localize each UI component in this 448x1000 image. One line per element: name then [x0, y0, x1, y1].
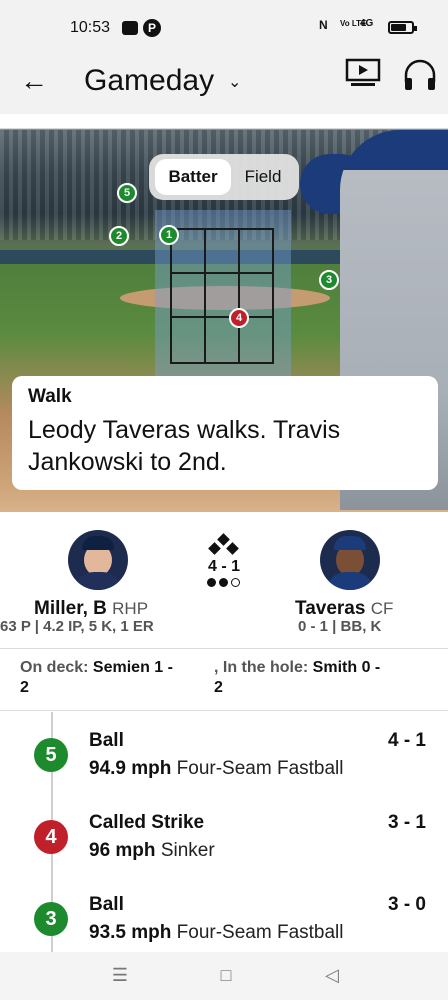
field-view-button[interactable]: Field — [233, 159, 293, 195]
batter-name-line[interactable]: Taveras CF — [295, 598, 393, 620]
pitcher-avatar[interactable] — [68, 530, 128, 590]
batter-view-button[interactable]: Batter — [155, 159, 231, 195]
network-indicator: 4G — [360, 18, 374, 29]
pitch-type: Four-Seam Fastball — [176, 922, 344, 943]
pitcher-position: RHP — [112, 599, 149, 618]
out-dot-3 — [231, 578, 240, 587]
divider — [0, 648, 448, 649]
pitch-row[interactable]: 4 Called Strike 3 - 1 96 mph Sinker — [0, 794, 448, 864]
home-icon[interactable]: □ — [214, 964, 238, 986]
back-triangle-icon[interactable]: ◁ — [320, 964, 344, 986]
pitch-count: 3 - 1 — [387, 812, 426, 833]
pitch-marker-5[interactable]: 5 — [117, 183, 137, 203]
app-header: ← Gameday ⌄ — [0, 52, 448, 114]
pitch-detail: 94.9 mph Four-Seam Fastball — [89, 758, 344, 780]
bases-diamond-icon — [206, 533, 242, 558]
pitch-number-badge: 4 — [34, 820, 68, 854]
ball-strike-count: 4 - 1 — [207, 558, 240, 575]
matchup-panel: Miller, B RHP 63 P | 4.2 IP, 5 K, 1 ER T… — [0, 512, 448, 642]
in-the-hole-info: , In the hole: Smith 0 - 2 — [214, 658, 440, 698]
in-the-hole-label: , In the hole: — [214, 659, 309, 676]
on-deck-player-record: 2 — [20, 679, 29, 696]
pitch-list: 5 Ball 4 - 1 94.9 mph Four-Seam Fastball… — [0, 712, 448, 952]
batter-position: CF — [370, 599, 394, 618]
in-the-hole-player: Smith 0 - — [312, 659, 381, 676]
batter-avatar[interactable] — [320, 530, 380, 590]
pitcher-name: Miller, B — [34, 598, 107, 619]
pitch-marker-3[interactable]: 3 — [319, 270, 339, 290]
on-deck-label: On deck: — [20, 659, 89, 676]
pitch-detail: 96 mph Sinker — [89, 840, 215, 862]
pitcher-name-line[interactable]: Miller, B RHP — [34, 598, 148, 620]
pitch-result: Called Strike — [89, 812, 205, 833]
pitch-number-badge: 3 — [34, 902, 68, 936]
back-arrow-icon[interactable]: ← — [20, 66, 50, 96]
page-title[interactable]: Gameday — [84, 64, 214, 98]
tv-cast-icon[interactable] — [345, 58, 381, 88]
pitch-row[interactable]: 3 Ball 3 - 0 93.5 mph Four-Seam Fastball — [0, 876, 448, 946]
chevron-down-icon[interactable]: ⌄ — [228, 72, 241, 92]
pitch-type: Four-Seam Fastball — [176, 758, 344, 779]
on-deck-info: On deck: Semien 1 - 2 — [20, 658, 220, 698]
pitch-marker-1[interactable]: 1 — [159, 225, 179, 245]
play-description-card: Walk Leody Taveras walks. Travis Jankows… — [12, 376, 438, 490]
in-the-hole-player-record: 2 — [214, 679, 223, 696]
out-dot-1 — [207, 578, 216, 587]
recent-apps-icon[interactable]: ☰ — [108, 964, 132, 986]
strike-zone-grid — [170, 228, 274, 364]
pitch-speed: 94.9 mph — [89, 758, 172, 779]
divider — [0, 710, 448, 711]
battery-icon — [388, 21, 417, 34]
pitch-result: Ball — [89, 894, 124, 915]
pitch-count: 4 - 1 — [387, 730, 426, 751]
status-bar: 10:53 P N Vo LTE 4G — [0, 0, 448, 52]
pitch-row[interactable]: 5 Ball 4 - 1 94.9 mph Four-Seam Fastball — [0, 712, 448, 782]
system-navigation-bar: ☰ □ ◁ — [0, 952, 448, 1000]
status-time: 10:53 — [70, 19, 111, 36]
play-description: Leody Taveras walks. Travis Jankowski to… — [28, 416, 341, 476]
youtube-icon — [122, 21, 138, 35]
headphones-icon[interactable] — [402, 58, 438, 92]
pitch-speed: 96 mph — [89, 840, 156, 861]
pitch-type: Sinker — [160, 840, 215, 861]
parking-icon: P — [143, 19, 161, 37]
pitch-number-badge: 5 — [34, 738, 68, 772]
pitch-speed: 93.5 mph — [89, 922, 172, 943]
pitch-marker-4[interactable]: 4 — [229, 308, 249, 328]
pitch-detail: 93.5 mph Four-Seam Fastball — [89, 922, 344, 944]
play-type: Walk — [28, 386, 72, 407]
outs-indicator — [207, 578, 247, 590]
out-dot-2 — [219, 578, 228, 587]
pitch-marker-2[interactable]: 2 — [109, 226, 129, 246]
gameday-field-view: 1 2 3 4 5 Batter Field Walk Leody Tavera… — [0, 114, 448, 512]
pitcher-stats: 63 P | 4.2 IP, 5 K, 1 ER — [0, 618, 154, 635]
on-deck-player: Semien 1 - — [92, 659, 173, 676]
view-toggle: Batter Field — [149, 154, 299, 200]
nfc-icon: N — [319, 18, 328, 32]
batter-name: Taveras — [295, 598, 366, 619]
batter-stats: 0 - 1 | BB, K — [298, 618, 382, 635]
pitch-count: 3 - 0 — [387, 894, 426, 915]
pitch-result: Ball — [89, 730, 124, 751]
